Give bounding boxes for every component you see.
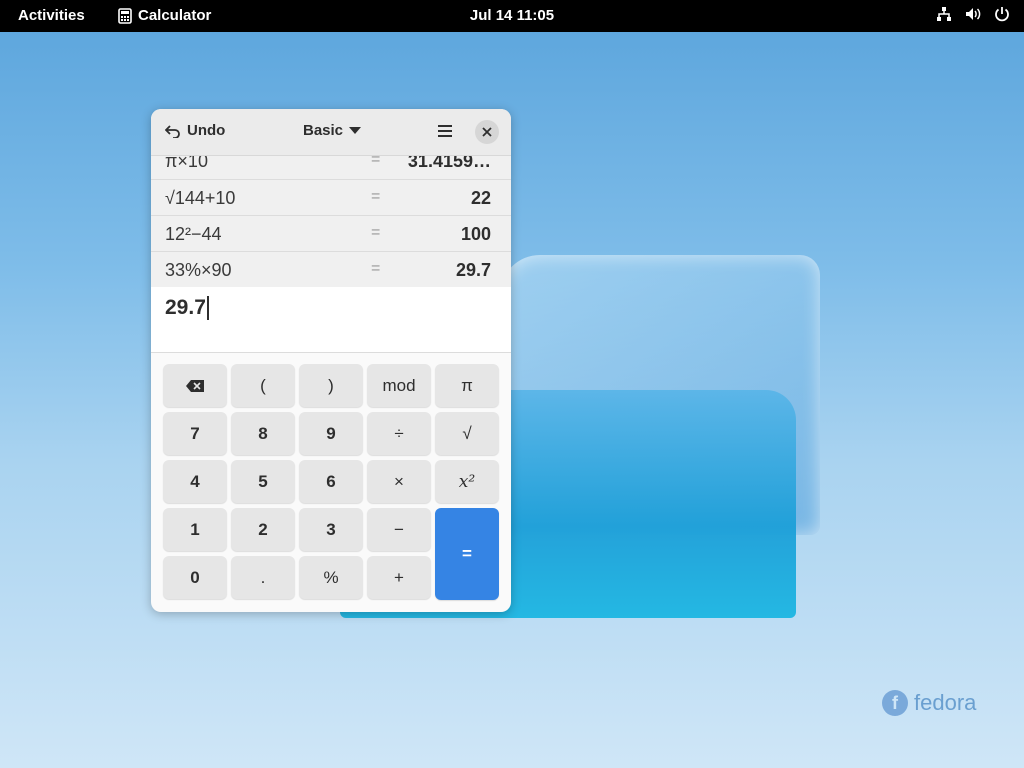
divide-button[interactable]: ÷ [367,412,431,455]
network-icon [937,7,951,21]
open-paren-button[interactable]: ( [231,364,295,407]
calculator-window: Undo Basic π×10 = 31.4159… √144+10 = 22 … [151,109,511,612]
history-equals: = [371,156,381,168]
keypad: ( ) mod π 7 8 9 ÷ √ 4 5 6 × x² 1 2 3 − =… [163,364,499,602]
entry-value: 29.7 [165,296,206,319]
history-equals: = [371,224,381,241]
four-button[interactable]: 4 [163,460,227,503]
history-row[interactable]: 12²−44 = 100 [151,216,511,252]
system-tray[interactable] [936,6,1010,22]
equals-button[interactable]: = [435,508,499,600]
backspace-icon [186,379,204,392]
clock[interactable]: Jul 14 11:05 [0,7,1024,24]
hamburger-menu-icon [438,125,452,137]
fedora-icon: f [882,690,908,716]
history-expression: π×10 [165,156,208,171]
zero-button[interactable]: 0 [163,556,227,599]
dropdown-arrow-icon [349,126,362,134]
fedora-logo: f fedora [882,690,976,716]
header-bar: Undo Basic [151,109,511,156]
nine-button[interactable]: 9 [299,412,363,455]
history-result: 100 [460,224,491,244]
square-button[interactable]: x² [435,460,499,503]
sqrt-button[interactable]: √ [435,412,499,455]
mode-selector[interactable]: Basic [303,122,362,139]
history-list[interactable]: π×10 = 31.4159… √144+10 = 22 12²−44 = 10… [151,156,511,288]
plus-button[interactable]: + [367,556,431,599]
one-button[interactable]: 1 [163,508,227,551]
history-expression: 12²−44 [165,224,222,244]
history-expression: √144+10 [165,188,236,208]
backspace-button[interactable] [163,364,227,407]
undo-icon [165,124,180,138]
history-expression: 33%×90 [165,260,232,280]
power-icon [995,7,1009,22]
three-button[interactable]: 3 [299,508,363,551]
volume-icon [966,8,981,20]
multiply-button[interactable]: × [367,460,431,503]
close-icon [482,127,492,137]
history-row[interactable]: √144+10 = 22 [151,180,511,216]
history-equals: = [371,260,381,277]
fedora-wordmark: fedora [914,690,977,715]
mode-label: Basic [303,122,344,139]
history-row[interactable]: π×10 = 31.4159… [151,156,511,180]
undo-button[interactable]: Undo [165,122,225,139]
pi-button[interactable]: π [435,364,499,407]
close-button[interactable] [475,120,499,144]
close-paren-button[interactable]: ) [299,364,363,407]
top-bar: Activities Calculator Jul 14 11:05 [0,0,1024,32]
main-menu-button[interactable] [437,123,453,144]
undo-label: Undo [187,122,226,139]
history-result: 22 [470,188,491,208]
text-cursor [206,296,209,321]
history-result: 31.4159… [407,156,491,171]
six-button[interactable]: 6 [299,460,363,503]
history-result: 29.7 [455,260,491,280]
minus-button[interactable]: − [367,508,431,551]
eight-button[interactable]: 8 [231,412,295,455]
mod-button[interactable]: mod [367,364,431,407]
expression-input[interactable]: 29.7 [151,287,511,353]
entry-text-wrap: 29.7 [165,296,209,321]
two-button[interactable]: 2 [231,508,295,551]
history-row[interactable]: 33%×90 = 29.7 [151,252,511,288]
seven-button[interactable]: 7 [163,412,227,455]
five-button[interactable]: 5 [231,460,295,503]
percent-button[interactable]: % [299,556,363,599]
decimal-point-button[interactable]: . [231,556,295,599]
history-equals: = [371,188,381,205]
